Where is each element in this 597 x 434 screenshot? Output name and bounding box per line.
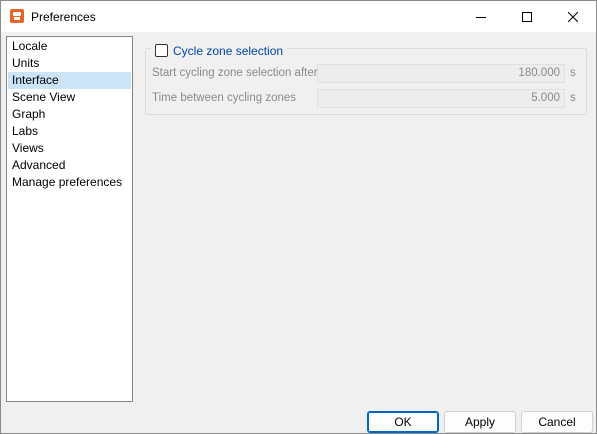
sidebar-item-units[interactable]: Units <box>8 55 131 72</box>
sidebar-item-manage-preferences[interactable]: Manage preferences <box>8 174 131 191</box>
window-title: Preferences <box>31 10 96 24</box>
ok-button[interactable]: OK <box>367 411 439 433</box>
sidebar-item-scene-view[interactable]: Scene View <box>8 89 131 106</box>
start-cycling-label: Start cycling zone selection after <box>152 67 318 79</box>
sidebar-item-labs[interactable]: Labs <box>8 123 131 140</box>
time-between-unit: s <box>570 92 576 104</box>
time-between-input[interactable]: 5.000 <box>317 89 565 108</box>
app-logo-icon <box>10 9 24 23</box>
cycle-zone-label: Cycle zone selection <box>173 43 284 58</box>
cycle-zone-checkbox[interactable] <box>155 44 168 57</box>
sidebar-item-graph[interactable]: Graph <box>8 106 131 123</box>
cancel-button[interactable]: Cancel <box>521 411 593 433</box>
sidebar-item-advanced[interactable]: Advanced <box>8 157 131 174</box>
cycle-zone-toggle[interactable]: Cycle zone selection <box>151 42 288 59</box>
time-between-label: Time between cycling zones <box>152 92 297 104</box>
preferences-window: Preferences Locale Units Interface Scene… <box>0 0 597 434</box>
maximize-button[interactable] <box>504 1 550 32</box>
minimize-icon <box>476 16 486 18</box>
sidebar-item-interface[interactable]: Interface <box>8 72 131 89</box>
start-cycling-unit: s <box>570 67 576 79</box>
start-cycling-input[interactable]: 180.000 <box>317 64 565 83</box>
apply-button[interactable]: Apply <box>444 411 516 433</box>
minimize-button[interactable] <box>458 1 504 32</box>
sidebar-item-views[interactable]: Views <box>8 140 131 157</box>
sidebar-item-locale[interactable]: Locale <box>8 38 131 55</box>
maximize-icon <box>522 11 532 22</box>
close-icon <box>568 11 578 22</box>
preferences-category-list[interactable]: Locale Units Interface Scene View Graph … <box>6 36 133 402</box>
title-bar[interactable]: Preferences <box>1 1 596 32</box>
close-button[interactable] <box>550 1 596 32</box>
